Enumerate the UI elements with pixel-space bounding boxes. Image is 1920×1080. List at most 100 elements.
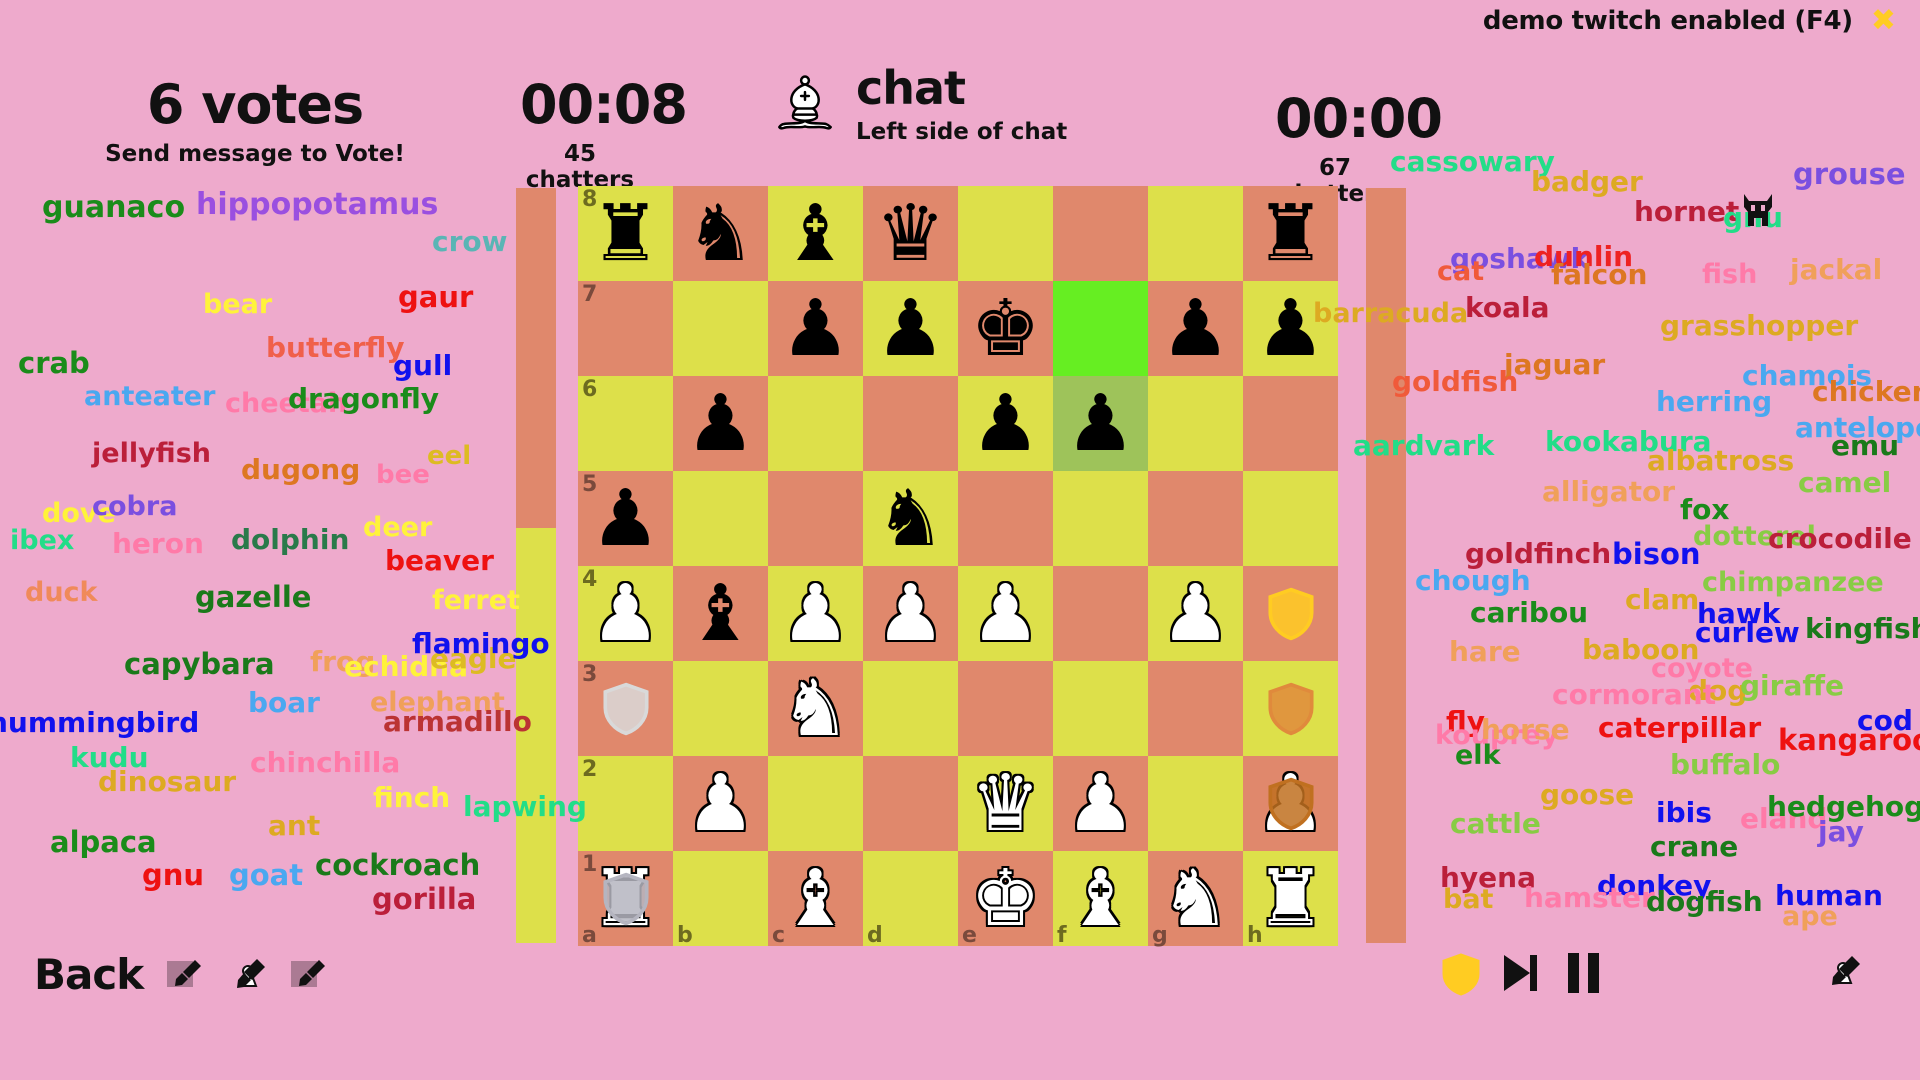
chess-piece: ♞ (1160, 853, 1231, 944)
chess-piece: ♞ (685, 188, 756, 279)
chess-board[interactable]: 8♜♞♝♛♜7♟♟♚♟♟6♟♟♟5♟♞4♟♝♟♟♟♟3♞2♟♛♟♟1a♜bc♝d… (578, 186, 1338, 948)
board-square-g6[interactable] (1148, 376, 1243, 471)
board-square-d6[interactable] (863, 376, 958, 471)
board-square-a5[interactable]: 5 ♟ (578, 471, 673, 566)
file-label: b (677, 923, 693, 948)
board-square-h3[interactable] (1243, 661, 1338, 756)
chatter-name: grasshopper (1660, 309, 1859, 342)
chat-title-block: chat Left side of chat (770, 60, 1067, 150)
board-square-a6[interactable]: 6 (578, 376, 673, 471)
board-square-e5[interactable] (958, 471, 1053, 566)
pause-icon[interactable] (1568, 952, 1610, 994)
chatter-name: eland (1740, 802, 1828, 835)
paintbrush-pawn-icon[interactable] (1822, 952, 1866, 996)
board-square-e4[interactable]: ♟ (958, 566, 1053, 661)
board-square-g1[interactable]: g ♞ (1148, 851, 1243, 948)
shield-icon[interactable] (1440, 952, 1482, 996)
board-square-c8[interactable]: ♝ (768, 186, 863, 281)
paintbrush-icon[interactable] (165, 955, 205, 995)
board-square-e6[interactable]: ♟ (958, 376, 1053, 471)
chatter-name: goshawk (1450, 242, 1590, 275)
board-square-g5[interactable] (1148, 471, 1243, 566)
paintbrush-pawn-icon[interactable] (227, 955, 267, 995)
board-square-h1[interactable]: h ♜ (1243, 851, 1338, 948)
board-square-a3[interactable]: 3 (578, 661, 673, 756)
chess-piece: ♝ (685, 568, 756, 659)
board-square-e7[interactable]: ♚ (958, 281, 1053, 376)
board-square-a7[interactable]: 7 (578, 281, 673, 376)
board-square-b5[interactable] (673, 471, 768, 566)
board-square-g3[interactable] (1148, 661, 1243, 756)
chatter-name: boar (248, 686, 320, 719)
board-square-g8[interactable] (1148, 186, 1243, 281)
chess-piece: ♟ (970, 378, 1041, 469)
board-square-f5[interactable] (1053, 471, 1148, 566)
board-square-h7[interactable]: ♟ (1243, 281, 1338, 376)
board-square-b2[interactable]: ♟ (673, 756, 768, 851)
board-square-b7[interactable] (673, 281, 768, 376)
chatter-name: gaur (398, 280, 474, 314)
board-square-d2[interactable] (863, 756, 958, 851)
back-button[interactable]: Back (34, 950, 144, 999)
board-square-c6[interactable] (768, 376, 863, 471)
board-square-b6[interactable]: ♟ (673, 376, 768, 471)
board-square-b3[interactable] (673, 661, 768, 756)
board-square-f1[interactable]: f ♝ (1053, 851, 1148, 948)
paintbrush-icon[interactable] (289, 955, 329, 995)
board-square-e1[interactable]: e ♚ (958, 851, 1053, 948)
board-square-d3[interactable] (863, 661, 958, 756)
board-square-h2[interactable]: ♟ (1243, 756, 1338, 851)
board-square-b1[interactable]: b (673, 851, 768, 948)
chatter-name: baboon (1582, 633, 1700, 666)
chess-piece: ♟ (1160, 283, 1231, 374)
board-square-d1[interactable]: d (863, 851, 958, 948)
chess-piece: ♝ (780, 853, 851, 944)
board-square-f7[interactable] (1053, 281, 1148, 376)
chatter-name: frog (310, 645, 376, 678)
board-square-h6[interactable] (1243, 376, 1338, 471)
vote-bar-segment (1366, 188, 1406, 943)
board-square-c4[interactable]: ♟ (768, 566, 863, 661)
shield-icon (1243, 566, 1338, 661)
chatter-name: capybara (124, 647, 275, 681)
board-square-d7[interactable]: ♟ (863, 281, 958, 376)
chatter-name: kudu (70, 741, 149, 774)
board-square-c2[interactable] (768, 756, 863, 851)
board-square-e3[interactable] (958, 661, 1053, 756)
board-square-a4[interactable]: 4 ♟ (578, 566, 673, 661)
chatter-name: duck (25, 577, 98, 608)
step-forward-icon[interactable] (1504, 952, 1546, 994)
board-square-d5[interactable]: ♞ (863, 471, 958, 566)
board-square-h4[interactable] (1243, 566, 1338, 661)
board-square-c7[interactable]: ♟ (768, 281, 863, 376)
close-icon[interactable]: ✖ (1871, 6, 1896, 36)
board-square-b4[interactable]: ♝ (673, 566, 768, 661)
board-square-g4[interactable]: ♟ (1148, 566, 1243, 661)
chatter-name: chamois (1742, 359, 1873, 392)
chatter-name: hawk (1697, 597, 1781, 630)
board-square-a2[interactable]: 2 (578, 756, 673, 851)
board-square-f8[interactable] (1053, 186, 1148, 281)
board-square-f2[interactable]: ♟ (1053, 756, 1148, 851)
board-square-g2[interactable] (1148, 756, 1243, 851)
board-square-f4[interactable] (1053, 566, 1148, 661)
board-square-h5[interactable] (1243, 471, 1338, 566)
board-square-a8[interactable]: 8 ♜ (578, 186, 673, 281)
board-square-d4[interactable]: ♟ (863, 566, 958, 661)
board-square-h8[interactable]: ♜ (1243, 186, 1338, 281)
board-square-b8[interactable]: ♞ (673, 186, 768, 281)
chess-piece: ♚ (970, 283, 1041, 374)
board-square-e8[interactable] (958, 186, 1053, 281)
board-square-f3[interactable] (1053, 661, 1148, 756)
board-square-g7[interactable]: ♟ (1148, 281, 1243, 376)
chatter-name: giraffe (1740, 669, 1845, 702)
chatter-name: herring (1656, 385, 1773, 418)
vote-bar-segment (516, 527, 556, 943)
board-square-c3[interactable]: ♞ (768, 661, 863, 756)
board-square-f6[interactable]: ♟ (1053, 376, 1148, 471)
board-square-d8[interactable]: ♛ (863, 186, 958, 281)
board-square-a1[interactable]: 1a♜ (578, 851, 673, 948)
board-square-c1[interactable]: c ♝ (768, 851, 863, 948)
board-square-c5[interactable] (768, 471, 863, 566)
board-square-e2[interactable]: ♛ (958, 756, 1053, 851)
